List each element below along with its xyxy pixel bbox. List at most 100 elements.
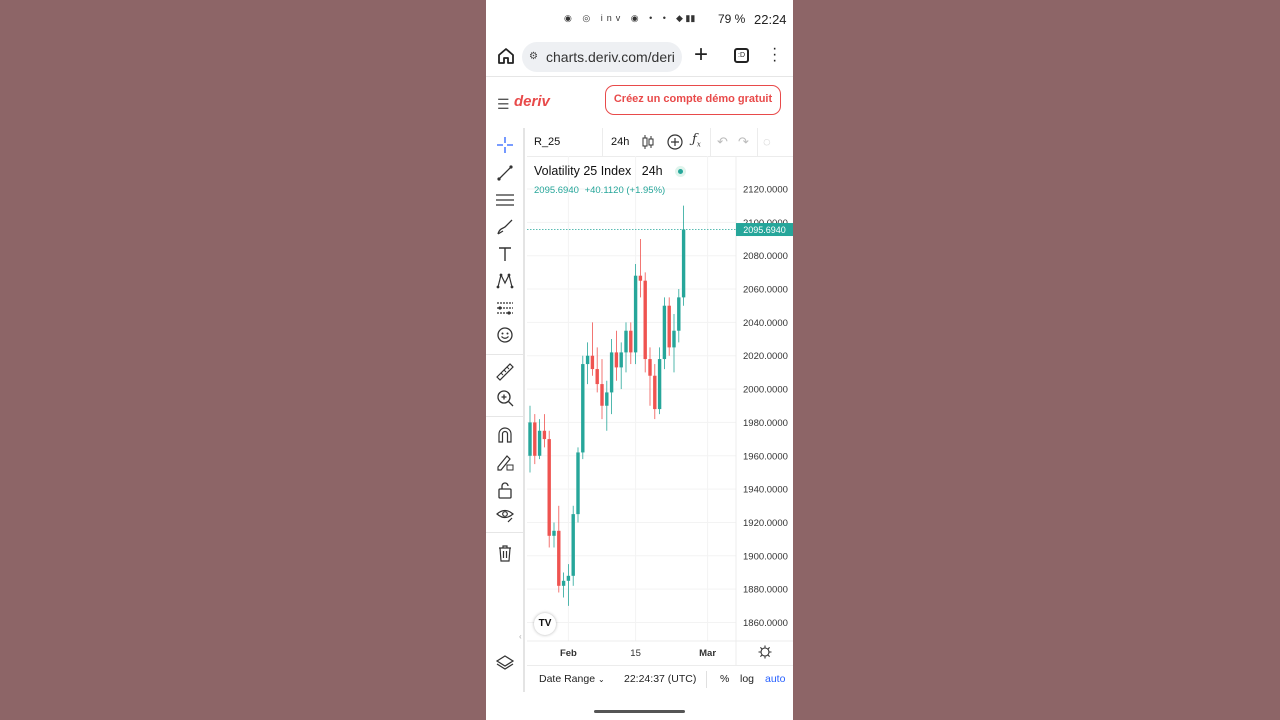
trend-line-icon[interactable] xyxy=(495,163,515,183)
chart-top-toolbar: R_25 24h ƒx ↶ ↷ ◌ xyxy=(527,128,793,157)
candle xyxy=(609,339,614,415)
axis-settings-gear-icon[interactable] xyxy=(758,645,772,659)
toolbar-divider xyxy=(710,128,711,156)
pattern-icon[interactable] xyxy=(495,271,515,291)
last-price-line: 2095.6940 xyxy=(527,223,793,237)
layers-icon[interactable] xyxy=(495,653,515,673)
deriv-logo[interactable]: deriv xyxy=(514,93,550,110)
price-tick-label: 2040.0000 xyxy=(743,318,788,329)
undo-icon[interactable]: ↶ xyxy=(717,134,728,150)
crosshair-icon[interactable] xyxy=(495,135,515,155)
battery-level: 79 % xyxy=(718,12,746,26)
interval-selector[interactable]: 24h xyxy=(611,136,629,148)
tradingview-logo-icon[interactable]: TV xyxy=(534,613,556,635)
unlock-icon[interactable] xyxy=(495,480,515,500)
zoom-in-icon[interactable] xyxy=(495,388,515,408)
chevron-down-icon: ⌄ xyxy=(597,675,605,684)
auto-scale-toggle[interactable]: auto xyxy=(765,673,785,685)
hamburger-menu-icon[interactable]: ☰ xyxy=(497,96,510,113)
candle xyxy=(552,522,556,548)
trash-icon[interactable] xyxy=(495,543,515,563)
candle-body xyxy=(595,369,599,385)
price-tick-label: 2020.0000 xyxy=(743,351,788,362)
more-menu-icon[interactable]: · · · xyxy=(772,41,777,69)
candle-body xyxy=(653,375,657,410)
horizontal-lines-icon[interactable] xyxy=(495,190,515,210)
price-tick-label: 1900.0000 xyxy=(743,551,788,562)
candle xyxy=(585,342,590,385)
legend-price-change: +40.1120 (+1.95%) xyxy=(584,185,666,196)
toolbar-divider xyxy=(757,128,758,156)
candle-body xyxy=(542,430,547,440)
time-tick-label: Feb xyxy=(560,648,577,659)
last-price-badge-label: 2095.6940 xyxy=(743,225,786,235)
create-demo-account-button[interactable]: Créez un compte démo gratuit xyxy=(605,85,781,115)
candle xyxy=(576,447,580,523)
indicators-fx-icon[interactable]: ƒx xyxy=(692,132,701,149)
candle xyxy=(557,505,561,593)
system-nav-bar xyxy=(486,692,793,720)
ruler-icon[interactable] xyxy=(495,362,515,382)
candle-body xyxy=(609,352,614,393)
home-icon[interactable] xyxy=(495,45,517,67)
new-tab-icon[interactable]: + xyxy=(694,41,708,69)
date-range-button[interactable]: Date Range ⌄ xyxy=(539,673,605,685)
address-bar[interactable]: ⚙ charts.deriv.com/deri xyxy=(522,42,682,72)
toolbar-divider xyxy=(486,416,523,417)
candle-body xyxy=(643,280,647,360)
candles xyxy=(528,205,686,606)
legend-last-price: 2095.6940 xyxy=(534,185,579,196)
price-tick-label: 2120.0000 xyxy=(743,185,788,196)
percent-scale-toggle[interactable]: % xyxy=(720,673,729,685)
price-chart[interactable]: 2120.00002100.00002080.00002060.00002040… xyxy=(527,156,793,665)
text-icon[interactable] xyxy=(495,244,515,264)
status-bar: ◉ ◎ inv ◉ • • ◆ ▮▮ 79 % 22:24 xyxy=(486,0,793,38)
brush-icon[interactable] xyxy=(495,217,515,237)
candle-body xyxy=(590,355,595,370)
candle-body xyxy=(566,575,571,581)
notification-icons: ◉ ◎ inv ◉ • • xyxy=(564,13,670,23)
candle-body xyxy=(672,330,676,348)
candle-body xyxy=(537,430,542,456)
candle-body xyxy=(600,384,604,406)
magnet-icon[interactable] xyxy=(495,425,515,445)
home-gesture-handle[interactable] xyxy=(594,710,685,713)
lock-drawings-icon[interactable] xyxy=(495,452,515,472)
candle xyxy=(662,297,667,370)
price-tick-label: 1960.0000 xyxy=(743,451,788,462)
candle xyxy=(595,347,599,393)
candle-body xyxy=(561,580,566,586)
forecast-icon[interactable] xyxy=(495,298,515,318)
candle-body xyxy=(677,297,681,331)
emoji-icon[interactable] xyxy=(495,325,515,345)
drawing-toolbar xyxy=(486,128,525,692)
tab-switcher-icon[interactable]: :D xyxy=(734,48,749,63)
candle xyxy=(537,419,542,460)
eye-icon[interactable] xyxy=(495,505,515,525)
toolbar-divider xyxy=(486,354,523,355)
price-tick-label: 1880.0000 xyxy=(743,585,788,596)
candle-body xyxy=(581,364,585,453)
candle xyxy=(600,359,604,420)
chart-bottom-bar: Date Range ⌄ 22:24:37 (UTC) % log auto xyxy=(527,665,793,693)
utc-clock[interactable]: 22:24:37 (UTC) xyxy=(624,673,696,685)
status-time: 22:24 xyxy=(754,12,787,27)
price-tick-label: 1940.0000 xyxy=(743,485,788,496)
candle-body xyxy=(638,275,643,281)
add-indicator-plus-icon[interactable] xyxy=(666,133,684,151)
instrument-name: Volatility 25 Index xyxy=(534,164,632,178)
time-tick-label: 15 xyxy=(630,648,641,659)
chart-legend: Volatility 25 Index 24h 2095.6940 +40.11… xyxy=(534,162,687,196)
candles-chart-type-icon[interactable] xyxy=(641,134,655,150)
symbol-search[interactable]: R_25 xyxy=(534,136,560,148)
time-axis-labels: Feb 15 Mar xyxy=(560,648,716,659)
site-settings-icon[interactable]: ⚙ xyxy=(529,51,538,62)
candle-body xyxy=(528,422,532,456)
candle xyxy=(590,322,595,376)
log-scale-toggle[interactable]: log xyxy=(740,673,754,685)
collapse-toolbar-icon[interactable]: ‹ xyxy=(519,632,522,641)
candle xyxy=(624,322,628,373)
candle-body xyxy=(667,305,671,348)
redo-icon[interactable]: ↷ xyxy=(738,134,749,150)
candle xyxy=(643,272,647,373)
